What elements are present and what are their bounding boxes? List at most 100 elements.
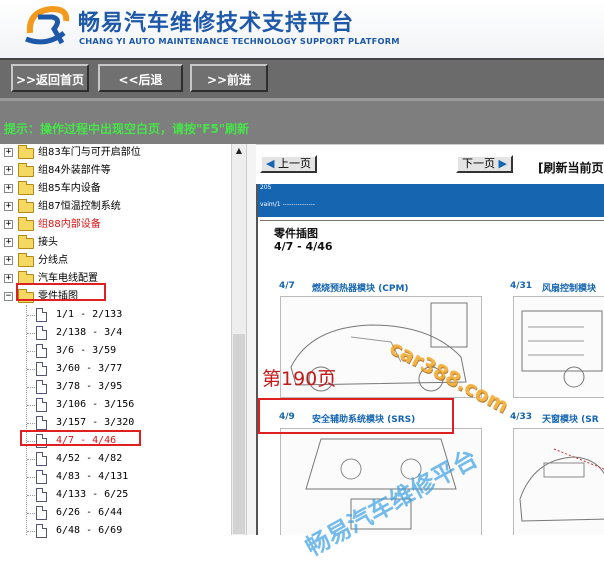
- expand-icon[interactable]: +: [4, 166, 13, 175]
- folder-icon: [18, 181, 34, 195]
- next-page-label: 下一页: [462, 157, 495, 170]
- diagram-fan: [513, 296, 604, 398]
- tree-connector-branch: [27, 387, 35, 388]
- document-icon: [36, 326, 47, 340]
- page-number-watermark: 第190页: [262, 368, 337, 390]
- tree-connector-branch: [27, 495, 35, 496]
- tree-leaf-label: 3/60 - 3/77: [56, 363, 123, 374]
- expand-icon[interactable]: +: [4, 220, 13, 229]
- tree-leaf-label: 4/52 - 4/82: [56, 453, 123, 464]
- tree-leaf[interactable]: 4/133 - 6/25: [0, 486, 232, 504]
- tree-folder-label: 组85车内设备: [38, 183, 101, 194]
- document-icon: [36, 524, 47, 538]
- item-num-2: 4/31: [510, 281, 533, 291]
- tree-leaf[interactable]: 3/6 - 3/59: [0, 342, 232, 360]
- tree-connector-branch: [27, 369, 35, 370]
- tree-leaf[interactable]: 3/60 - 3/77: [0, 360, 232, 378]
- tree-scrollbar[interactable]: ▲: [231, 144, 246, 535]
- tree-leaf[interactable]: 4/52 - 4/82: [0, 450, 232, 468]
- tree-leaf[interactable]: 6/26 - 6/44: [0, 504, 232, 522]
- doc-rule: [260, 220, 604, 221]
- tree-leaf-label: 1/1 - 2/133: [56, 309, 123, 320]
- document-icon: [36, 362, 47, 376]
- document-icon: [36, 380, 47, 394]
- tree-leaf-label: 2/138 - 3/4: [56, 327, 123, 338]
- doc-meta-1: 205: [260, 184, 272, 191]
- expand-icon[interactable]: +: [4, 148, 13, 157]
- tree-folder[interactable]: + 组88内部设备: [0, 216, 232, 234]
- prev-arrow-icon: ◀: [266, 157, 275, 170]
- tree-leaf-label: 4/133 - 6/25: [56, 489, 129, 500]
- refresh-page-link[interactable]: [刷新当前页]: [538, 159, 604, 176]
- brand-subtitle: CHANG YI AUTO MAINTENANCE TECHNOLOGY SUP…: [79, 36, 400, 46]
- next-arrow-icon: ▶: [498, 157, 507, 170]
- document-icon: [36, 488, 47, 502]
- folder-highlight: [16, 283, 106, 301]
- toolbar: >>返回首页 <<后退 >>前进: [0, 58, 604, 98]
- tree-connector-branch: [27, 405, 35, 406]
- expand-icon[interactable]: +: [4, 256, 13, 265]
- tree-connector-branch: [27, 333, 35, 334]
- tree-leaf[interactable]: 6/48 - 6/69: [0, 522, 232, 540]
- scroll-thumb[interactable]: [233, 334, 245, 534]
- tree-leaf-label: 4/83 - 4/131: [56, 471, 129, 482]
- prev-page-label: 上一页: [277, 157, 311, 170]
- document-icon: [36, 470, 47, 484]
- tree-leaf-label: 3/106 - 3/156: [56, 399, 135, 410]
- tree-folder-label: 组84外装部件等: [38, 165, 111, 176]
- tree-leaf-label: 6/48 - 6/69: [56, 525, 123, 536]
- tree-connector-branch: [27, 351, 35, 352]
- folder-icon: [18, 145, 34, 159]
- section-title: 零件插图: [274, 227, 318, 240]
- section-range: 4/7 - 4/46: [274, 240, 333, 253]
- panel-divider[interactable]: [246, 144, 256, 535]
- tree-leaf[interactable]: 4/83 - 4/131: [0, 468, 232, 486]
- tree-leaf[interactable]: 2/138 - 3/4: [0, 324, 232, 342]
- tree-leaf[interactable]: 1/1 - 2/133: [0, 306, 232, 324]
- brand-title: 畅易汽车维修技术支持平台: [78, 11, 355, 36]
- tree-connector-branch: [27, 315, 35, 316]
- document-icon: [36, 416, 47, 430]
- expand-icon[interactable]: +: [4, 238, 13, 247]
- folder-icon: [18, 199, 34, 213]
- tree-folder[interactable]: + 组83车门与可开启部位: [0, 144, 232, 162]
- tree-folder[interactable]: + 接头: [0, 234, 232, 252]
- tree-connector-branch: [27, 423, 35, 424]
- tree-folder[interactable]: + 组87恒温控制系统: [0, 198, 232, 216]
- tree-folder[interactable]: + 组85车内设备: [0, 180, 232, 198]
- home-button[interactable]: >>返回首页: [11, 64, 89, 92]
- scroll-up-icon[interactable]: ▲: [232, 144, 246, 158]
- fan-module-illustration: [521, 310, 603, 388]
- folder-icon: [18, 217, 34, 231]
- tree-leaf-label: 3/78 - 3/95: [56, 381, 123, 392]
- expand-icon[interactable]: +: [4, 184, 13, 193]
- doc-meta-2: vaim/1 ---------------: [260, 201, 315, 208]
- expand-icon[interactable]: +: [4, 202, 13, 211]
- item-name-2: 风扇控制模块: [542, 284, 597, 294]
- next-page-button[interactable]: 下一页 ▶: [456, 155, 513, 173]
- forward-button[interactable]: >>前进: [190, 64, 268, 92]
- tip-bar-separator: [0, 98, 604, 101]
- expand-icon[interactable]: +: [4, 274, 13, 283]
- tree-folder-label: 分线点: [38, 255, 68, 266]
- tree-connector-branch: [27, 531, 35, 532]
- cy-logo-icon: [25, 5, 70, 45]
- folder-icon: [18, 253, 34, 267]
- tree-folder-label: 组87恒温控制系统: [38, 201, 121, 212]
- document-icon: [36, 506, 47, 520]
- tree-folder-label: 组83车门与可开启部位: [38, 147, 141, 158]
- collapse-icon[interactable]: −: [4, 292, 13, 301]
- document-icon: [36, 398, 47, 412]
- folder-icon: [18, 163, 34, 177]
- back-button[interactable]: <<后退: [98, 64, 183, 92]
- diagram-sunroof: [513, 428, 604, 535]
- tree-folder[interactable]: + 分线点: [0, 252, 232, 270]
- tree-leaf[interactable]: 3/106 - 3/156: [0, 396, 232, 414]
- sunroof-illustration: [519, 448, 604, 522]
- tree-leaf[interactable]: 3/78 - 3/95: [0, 378, 232, 396]
- header: 畅易汽车维修技术支持平台 CHANG YI AUTO MAINTENANCE T…: [0, 0, 604, 58]
- tree-folder[interactable]: + 组84外装部件等: [0, 162, 232, 180]
- item-name-4: 天窗模块 (SR: [542, 415, 599, 425]
- prev-page-button[interactable]: ◀ 上一页: [260, 155, 317, 173]
- document-icon: [36, 344, 47, 358]
